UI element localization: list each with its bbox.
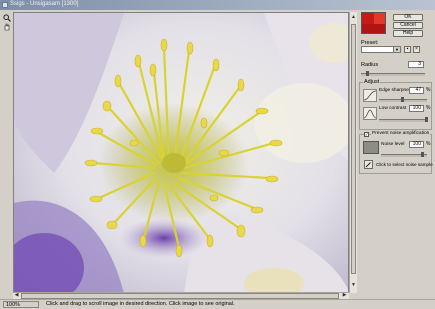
- status-message: Click and drag to scroll image in desire…: [46, 301, 235, 307]
- edge-sharpness-unit: %: [426, 87, 431, 93]
- title-bar: Ssigs - Unsigasam [1300]: [0, 0, 435, 10]
- radius-label: Radius: [361, 62, 379, 68]
- window-title: Ssigs - Unsigasam [1300]: [10, 1, 79, 7]
- noise-level-unit: %: [426, 141, 431, 147]
- tool-strip: [0, 10, 13, 292]
- vertical-scroll-thumb[interactable]: [351, 24, 356, 274]
- radius-input[interactable]: 3: [408, 61, 424, 68]
- noise-level-slider[interactable]: [381, 152, 427, 157]
- noise-group: ✓ Prevent noise amplification Noise leve…: [359, 131, 433, 174]
- zoom-level: 100%: [3, 301, 39, 308]
- scroll-left-icon[interactable]: ◀: [13, 292, 20, 299]
- radius-slider[interactable]: [361, 71, 425, 76]
- eyedropper-icon[interactable]: [364, 160, 373, 169]
- hand-icon[interactable]: [2, 22, 11, 31]
- scroll-down-icon[interactable]: ▼: [350, 282, 357, 289]
- noise-sample-hint: Click to select noise sample: [376, 162, 433, 167]
- app-icon: [2, 2, 8, 8]
- contrast-slider-thumb[interactable]: [425, 117, 428, 122]
- help-button[interactable]: Help: [393, 30, 423, 37]
- edge-slider-thumb[interactable]: [401, 97, 404, 102]
- contrast-curve-icon: [363, 107, 377, 120]
- cancel-button[interactable]: Cancel: [393, 22, 423, 29]
- adjust-group: Adjust Edge sharpness 47 % Low contrast …: [359, 79, 432, 130]
- noise-level-label: Noise level: [381, 142, 405, 147]
- flower-photo: [14, 13, 348, 292]
- scroll-up-icon[interactable]: ▲: [350, 14, 357, 21]
- image-preview[interactable]: [13, 12, 349, 293]
- delete-preset-icon[interactable]: ×: [413, 46, 420, 53]
- horizontal-scrollbar[interactable]: ◀ ▶: [13, 292, 349, 299]
- status-bar: 100% Click and drag to scroll image in d…: [0, 299, 435, 309]
- scroll-right-icon[interactable]: ▶: [341, 292, 348, 299]
- low-contrast-slider[interactable]: [379, 117, 428, 122]
- magnifier-icon[interactable]: [2, 13, 11, 22]
- low-contrast-unit: %: [426, 105, 431, 111]
- settings-panel: OK Cancel Help Preset: ▼ ▪ × Radius 3 Ad…: [358, 10, 435, 299]
- prevent-noise-checkbox[interactable]: ✓: [364, 132, 369, 137]
- noise-slider-thumb[interactable]: [421, 152, 424, 157]
- low-contrast-input[interactable]: 100: [409, 105, 424, 112]
- edge-sharpness-input[interactable]: 47: [409, 87, 424, 94]
- save-preset-icon[interactable]: ▪: [404, 46, 411, 53]
- edge-curve-icon: [363, 89, 377, 102]
- noise-level-input[interactable]: 100: [409, 141, 424, 148]
- low-contrast-label: Low contrast: [379, 106, 407, 111]
- radius-slider-thumb[interactable]: [366, 71, 369, 76]
- vertical-scrollbar[interactable]: ▲ ▼: [349, 12, 357, 293]
- chevron-down-icon: ▼: [393, 47, 400, 52]
- ok-button[interactable]: OK: [393, 14, 423, 21]
- adjust-title: Adjust: [363, 79, 381, 85]
- preview-thumbnail[interactable]: [361, 12, 386, 34]
- edge-sharpness-slider[interactable]: [379, 97, 427, 102]
- noise-sample-swatch[interactable]: [363, 141, 379, 154]
- prevent-noise-label: Prevent noise amplification: [371, 131, 431, 136]
- preset-select[interactable]: ▼: [361, 46, 401, 53]
